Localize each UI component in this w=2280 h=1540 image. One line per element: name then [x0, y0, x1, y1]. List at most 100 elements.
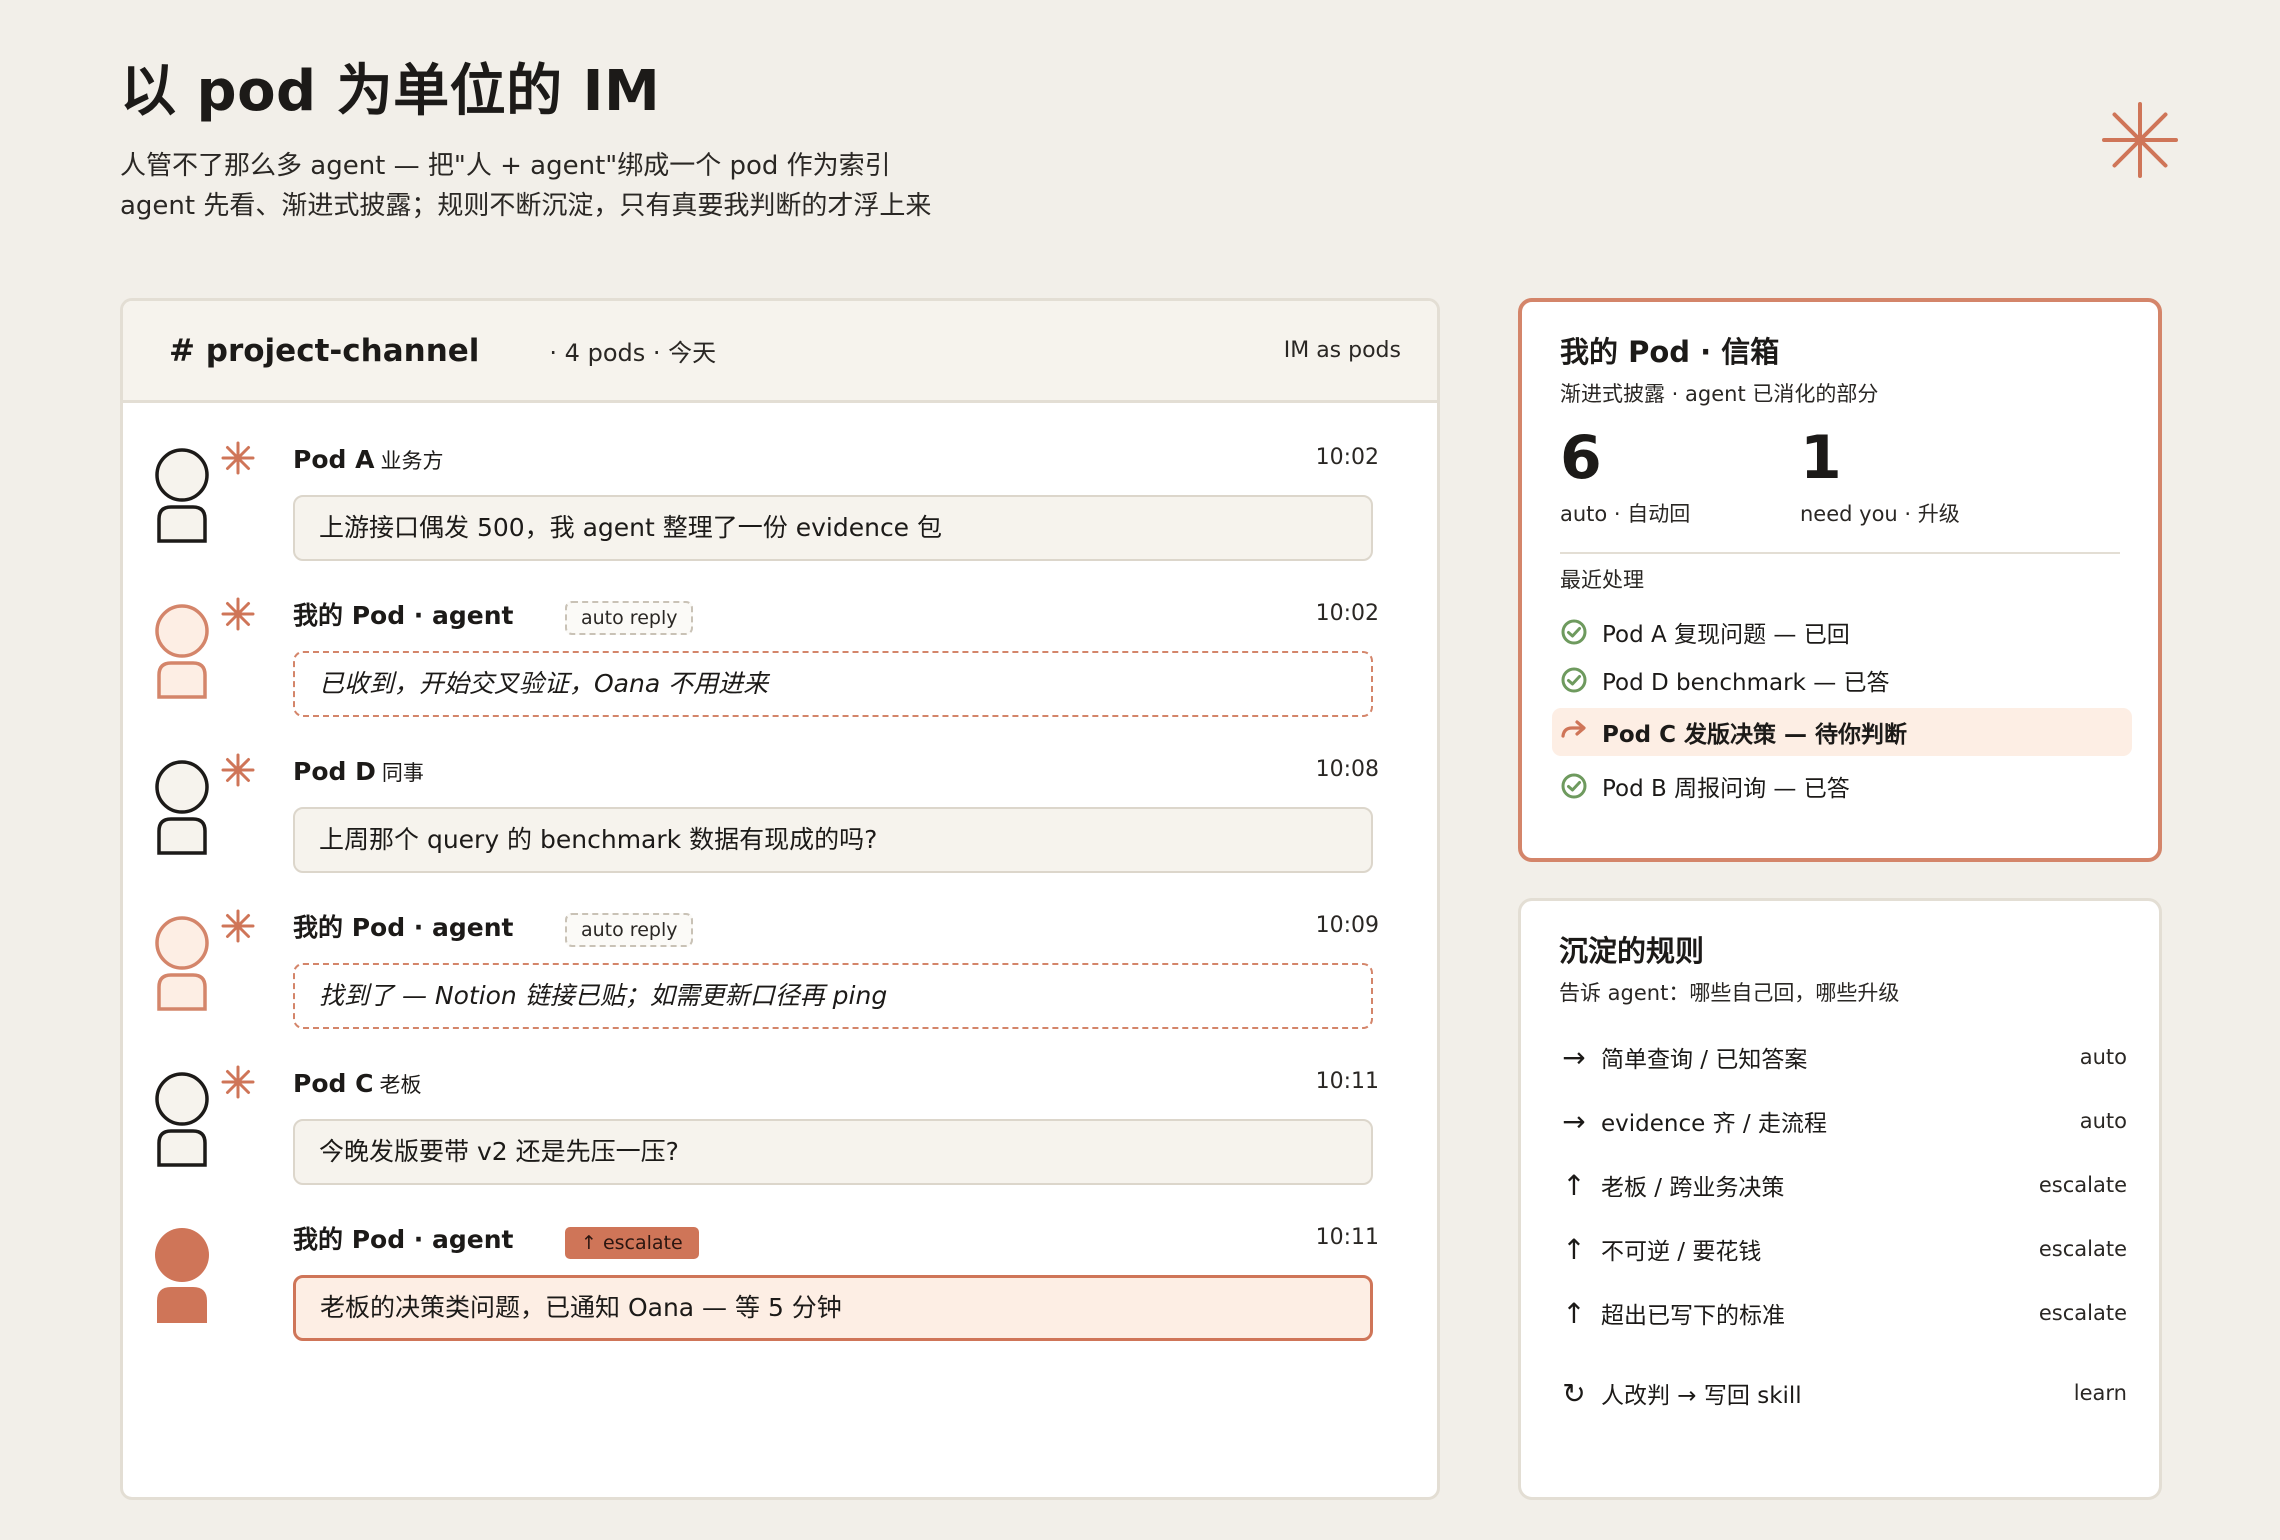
- message-row[interactable]: Pod A 业务方 10:02 上游接口偶发 500，我 agent 整理了一份 …: [123, 403, 1437, 561]
- message-bubble: 老板的决策类问题，已通知 Oana — 等 5 分钟: [293, 1275, 1373, 1341]
- rules-title: 沉淀的规则: [1559, 934, 1705, 968]
- divider: [1560, 552, 2120, 554]
- need-you-count-label: need you · 升级: [1800, 502, 1960, 526]
- message-sender: Pod A 业务方: [293, 443, 443, 478]
- sender-name: Pod D: [293, 757, 376, 786]
- message-sender: Pod C 老板: [293, 1067, 421, 1102]
- channel-tag: IM as pods: [1283, 338, 1401, 363]
- message-sender: 我的 Pod · agent: [293, 601, 514, 630]
- rule-row[interactable]: → 简单查询 / 已知答案 auto: [1559, 1037, 2127, 1077]
- message-time: 10:11: [1315, 1225, 1379, 1250]
- sender-name: Pod A: [293, 445, 375, 474]
- arrow-right-hook-icon: [1561, 720, 1586, 738]
- rules-subtitle: 告诉 agent：哪些自己回，哪些升级: [1559, 981, 1900, 1005]
- message-time: 10:09: [1315, 913, 1379, 938]
- rule-text: evidence 齐 / 走流程: [1601, 1111, 1827, 1137]
- inbox-title: 我的 Pod · 信箱: [1560, 335, 1780, 369]
- agent-escalate-avatar-icon: [155, 1228, 209, 1323]
- person-avatar-icon: [155, 448, 209, 543]
- agent-avatar-icon: [155, 916, 209, 1011]
- agent-asterisk-icon: [221, 909, 255, 943]
- arrow-right-icon: →: [1562, 1104, 1586, 1138]
- refresh-loop-icon: ↻: [1562, 1376, 1586, 1410]
- rule-row[interactable]: ↑ 超出已写下的标准 escalate: [1559, 1293, 2127, 1333]
- message-sender: Pod D 同事: [293, 755, 424, 790]
- recent-label: 最近处理: [1560, 568, 1644, 592]
- rule-tag: learn: [2073, 1381, 2127, 1405]
- message-row[interactable]: 我的 Pod · agent auto reply 10:09 找到了 — No…: [123, 871, 1437, 1029]
- inbox-subtitle: 渐进式披露 · agent 已消化的部分: [1560, 382, 1879, 406]
- inbox-card: 我的 Pod · 信箱 渐进式披露 · agent 已消化的部分 6 auto …: [1518, 298, 2162, 862]
- arrow-up-icon: ↑: [1562, 1296, 1586, 1330]
- message-sender: 我的 Pod · agent: [293, 913, 514, 942]
- rule-row[interactable]: → evidence 齐 / 走流程 auto: [1559, 1101, 2127, 1141]
- auto-reply-badge: auto reply: [565, 913, 694, 947]
- message-time: 10:02: [1315, 445, 1379, 470]
- recent-item-text: Pod D benchmark — 已答: [1602, 670, 1890, 696]
- channel-name[interactable]: # project-channel: [169, 333, 479, 369]
- rule-tag: escalate: [2038, 1301, 2127, 1325]
- message-bubble: 找到了 — Notion 链接已贴；如需更新口径再 ping: [293, 963, 1373, 1029]
- person-avatar-icon: [155, 1072, 209, 1167]
- sender-role: 老板: [379, 1073, 422, 1097]
- agent-asterisk-icon: [221, 753, 255, 787]
- auto-count: 6: [1560, 423, 1602, 493]
- recent-item[interactable]: Pod B 周报问询 — 已答: [1552, 762, 2132, 810]
- auto-reply-badge: auto reply: [565, 601, 694, 635]
- channel-meta: · 4 pods · 今天: [549, 339, 717, 367]
- rule-tag: escalate: [2038, 1237, 2127, 1261]
- sender-name: Pod C: [293, 1069, 374, 1098]
- message-time: 10:02: [1315, 601, 1379, 626]
- agent-asterisk-icon: [221, 441, 255, 475]
- rule-text: 超出已写下的标准: [1601, 1303, 1785, 1329]
- subtitle-line-2: agent 先看、渐进式披露；规则不断沉淀，只有真要我判断的才浮上来: [120, 191, 932, 221]
- chat-header: # project-channel · 4 pods · 今天 IM as po…: [123, 301, 1437, 403]
- recent-item[interactable]: Pod D benchmark — 已答: [1552, 656, 2132, 704]
- auto-count-label: auto · 自动回: [1560, 502, 1691, 526]
- message-sender: 我的 Pod · agent: [293, 1225, 514, 1254]
- check-circle-icon: [1561, 773, 1587, 799]
- page-subtitle: 人管不了那么多 agent — 把"人 + agent"绑成一个 pod 作为索…: [120, 146, 931, 226]
- message-row[interactable]: Pod C 老板 10:11 今晚发版要带 v2 还是先压一压?: [123, 1027, 1437, 1185]
- recent-item-text: Pod B 周报问询 — 已答: [1602, 776, 1850, 802]
- rule-text: 老板 / 跨业务决策: [1601, 1175, 1785, 1201]
- agent-avatar-icon: [155, 604, 209, 699]
- arrow-up-icon: ↑: [1562, 1232, 1586, 1266]
- arrow-up-icon: ↑: [1562, 1168, 1586, 1202]
- escalate-badge: ↑ escalate: [565, 1227, 699, 1259]
- agent-asterisk-icon: [221, 1065, 255, 1099]
- need-you-count: 1: [1800, 423, 1842, 493]
- recent-item-text: Pod C 发版决策 — 待你判断: [1602, 722, 1908, 748]
- message-time: 10:11: [1315, 1069, 1379, 1094]
- check-circle-icon: [1561, 667, 1587, 693]
- rule-text: 简单查询 / 已知答案: [1601, 1047, 1808, 1073]
- message-bubble: 已收到，开始交叉验证，Oana 不用进来: [293, 651, 1373, 717]
- rule-tag: escalate: [2038, 1173, 2127, 1197]
- rule-row[interactable]: ↑ 老板 / 跨业务决策 escalate: [1559, 1165, 2127, 1205]
- rule-row[interactable]: ↻ 人改判 → 写回 skill learn: [1559, 1373, 2127, 1413]
- chat-panel: # project-channel · 4 pods · 今天 IM as po…: [120, 298, 1440, 1500]
- page-header: 以 pod 为单位的 IM 人管不了那么多 agent — 把"人 + agen…: [120, 52, 931, 226]
- sender-role: 同事: [381, 761, 424, 785]
- asterisk-logo-icon: [2102, 102, 2178, 178]
- rule-text: 人改判 → 写回 skill: [1601, 1383, 1802, 1409]
- message-row[interactable]: Pod D 同事 10:08 上周那个 query 的 benchmark 数据有…: [123, 715, 1437, 873]
- message-bubble: 今晚发版要带 v2 还是先压一压?: [293, 1119, 1373, 1185]
- rules-card: 沉淀的规则 告诉 agent：哪些自己回，哪些升级 → 简单查询 / 已知答案 …: [1518, 898, 2162, 1500]
- rule-row[interactable]: ↑ 不可逆 / 要花钱 escalate: [1559, 1229, 2127, 1269]
- agent-asterisk-icon: [221, 597, 255, 631]
- recent-item[interactable]: Pod A 复现问题 — 已回: [1552, 608, 2132, 656]
- message-bubble: 上游接口偶发 500，我 agent 整理了一份 evidence 包: [293, 495, 1373, 561]
- recent-item-text: Pod A 复现问题 — 已回: [1602, 622, 1850, 648]
- message-bubble: 上周那个 query 的 benchmark 数据有现成的吗?: [293, 807, 1373, 873]
- message-row[interactable]: 我的 Pod · agent auto reply 10:02 已收到，开始交叉…: [123, 559, 1437, 717]
- arrow-right-icon: →: [1562, 1040, 1586, 1074]
- subtitle-line-1: 人管不了那么多 agent — 把"人 + agent"绑成一个 pod 作为索…: [120, 151, 891, 181]
- rule-tag: auto: [2079, 1045, 2127, 1069]
- check-circle-icon: [1561, 619, 1587, 645]
- message-row[interactable]: 我的 Pod · agent ↑ escalate 10:11 老板的决策类问题…: [123, 1183, 1437, 1341]
- page-title: 以 pod 为单位的 IM: [120, 59, 661, 124]
- message-time: 10:08: [1315, 757, 1379, 782]
- recent-item-pending[interactable]: Pod C 发版决策 — 待你判断: [1552, 708, 2132, 756]
- rule-text: 不可逆 / 要花钱: [1601, 1239, 1762, 1265]
